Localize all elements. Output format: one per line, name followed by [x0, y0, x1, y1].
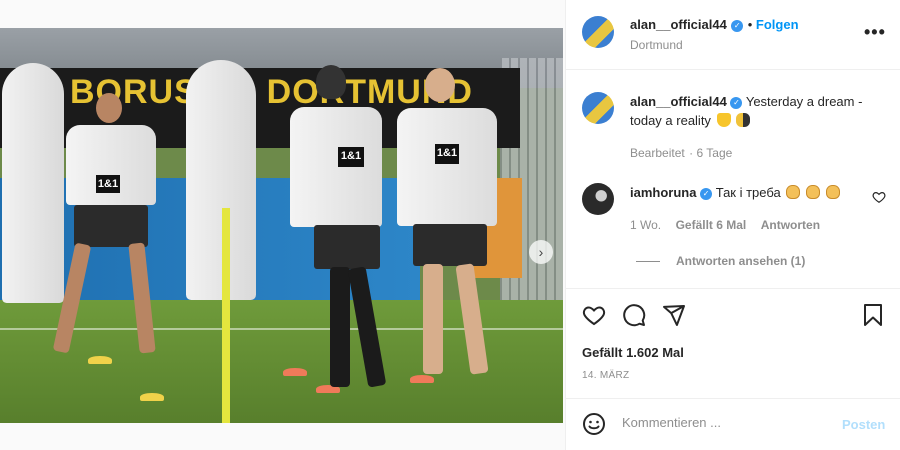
caption: alan__official44 ✓ Yesterday a dream - t… [630, 92, 880, 162]
reply-line [636, 261, 660, 262]
clapping-hands-icon [786, 185, 801, 199]
comment-icon[interactable] [622, 303, 646, 332]
action-bar: Gefällt 1.602 Mal 14. MÄRZ [566, 288, 900, 398]
yellow-heart-icon [716, 113, 731, 127]
clapping-hands-icon [806, 185, 821, 199]
verified-badge-icon: ✓ [730, 97, 743, 109]
player-left: 1&1 [52, 93, 172, 373]
commenter-username[interactable]: iamhoruna [630, 185, 696, 200]
emoji-icon[interactable] [582, 412, 606, 441]
follow-button[interactable]: Folgen [756, 17, 799, 32]
post-header: alan__official44 ✓ • Folgen Dortmund ••• [566, 0, 900, 70]
comment-like-icon[interactable] [872, 190, 886, 209]
likes-count[interactable]: Gefällt 1.602 Mal [582, 345, 684, 360]
player-right: 1&1 [385, 68, 505, 378]
view-replies-label[interactable]: Antworten ansehen (1) [676, 254, 805, 268]
view-replies[interactable]: Antworten ansehen (1) [636, 252, 805, 270]
meta-separator: · [689, 146, 697, 160]
author-username[interactable]: alan__official44 [630, 17, 727, 32]
share-icon[interactable] [662, 303, 686, 332]
training-dummy [186, 60, 256, 300]
verified-badge-icon: ✓ [700, 188, 713, 200]
post-comment-button[interactable]: Posten [842, 417, 885, 432]
verified-badge-icon: ✓ [731, 20, 744, 32]
caption-username[interactable]: alan__official44 [630, 94, 727, 109]
comment-input[interactable] [622, 415, 822, 430]
separator-dot: • [747, 17, 756, 32]
next-slide-button[interactable]: › [529, 240, 553, 264]
comment-text: Так і треба [715, 185, 781, 200]
comment-item: iamhoruna ✓ Так і треба 1 Wo. Gefällt 6 … [630, 183, 860, 234]
caption-age[interactable]: 6 Tage [697, 146, 733, 160]
save-icon[interactable] [862, 303, 884, 332]
like-icon[interactable] [582, 303, 606, 332]
post-date[interactable]: 14. MÄRZ [582, 370, 629, 381]
edited-label: Bearbeitet [630, 146, 685, 160]
more-options-icon[interactable]: ••• [864, 22, 886, 43]
comment-form: Posten [566, 398, 900, 450]
post-location[interactable]: Dortmund [630, 38, 683, 52]
clapping-hands-icon [825, 185, 840, 199]
bee-icon [736, 113, 751, 127]
post-media[interactable]: BORUSSIA DORTMUND 1&1 1&1 1&1 › [0, 28, 563, 423]
comment-likes[interactable]: Gefällt 6 Mal [676, 218, 747, 232]
caption-avatar[interactable] [582, 92, 614, 124]
training-cone [140, 393, 164, 401]
post-sidebar: alan__official44 ✓ • Folgen Dortmund •••… [565, 0, 900, 450]
training-pole [222, 208, 230, 423]
commenter-avatar[interactable] [582, 183, 614, 215]
comment-age[interactable]: 1 Wo. [630, 218, 661, 232]
reply-button[interactable]: Antworten [761, 218, 820, 232]
author-avatar[interactable] [582, 16, 614, 48]
